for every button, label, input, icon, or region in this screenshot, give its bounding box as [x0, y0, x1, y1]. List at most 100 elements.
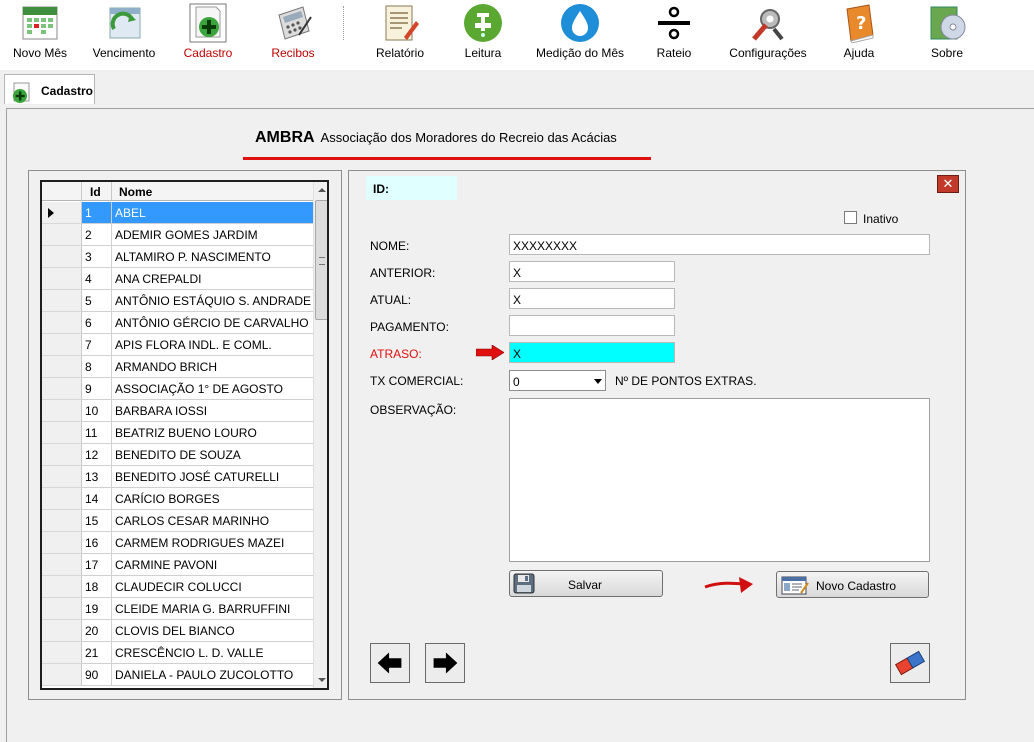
atual-label: ATUAL:: [370, 293, 412, 307]
row-selector[interactable]: [42, 488, 82, 510]
header-underline: [243, 157, 651, 160]
close-button[interactable]: ✕: [937, 175, 959, 193]
cell-name: ABEL: [112, 202, 313, 224]
row-selector[interactable]: [42, 290, 82, 312]
toolbar-rateio-button[interactable]: Rateio: [644, 0, 704, 66]
grid-vertical-scrollbar[interactable]: [313, 182, 327, 688]
table-row[interactable]: 1 ABEL: [42, 202, 313, 224]
atual-field[interactable]: X: [509, 288, 675, 309]
table-row[interactable]: 5 ANTÔNIO ESTÁQUIO S. ANDRADE: [42, 290, 313, 312]
toolbar-cadastro-button[interactable]: Cadastro: [178, 0, 238, 66]
pagamento-field[interactable]: [509, 315, 675, 336]
cell-name: ANA CREPALDI: [112, 268, 313, 290]
salvar-button[interactable]: Salvar: [509, 570, 663, 597]
table-row[interactable]: 7 APIS FLORA INDL. E COML.: [42, 334, 313, 356]
row-selector[interactable]: [42, 400, 82, 422]
row-selector[interactable]: [42, 664, 82, 686]
pagamento-label: PAGAMENTO:: [370, 320, 449, 334]
toolbar-novo-mes-button[interactable]: Novo Mês: [8, 0, 72, 66]
atraso-field[interactable]: X: [509, 342, 675, 363]
column-header-id[interactable]: Id: [82, 182, 112, 201]
close-icon: ✕: [942, 176, 954, 191]
row-selector[interactable]: [42, 576, 82, 598]
nome-field[interactable]: XXXXXXXX: [509, 234, 930, 255]
scroll-up-arrow-icon[interactable]: [314, 182, 327, 198]
row-selector[interactable]: [42, 334, 82, 356]
about-cd-icon: [930, 6, 966, 40]
table-row[interactable]: 6 ANTÔNIO GÉRCIO DE CARVALHO: [42, 312, 313, 334]
row-selector[interactable]: [42, 532, 82, 554]
table-row[interactable]: 17 CARMINE PAVONI: [42, 554, 313, 576]
toolbar-label: Vencimento: [92, 46, 156, 60]
toolbar-recibos-button[interactable]: Recibos: [263, 0, 323, 66]
member-grid[interactable]: Id Nome 1 ABEL 2 ADEMIR GOMES JARDIM 3 ALTAMI…: [40, 180, 329, 690]
row-selector[interactable]: [42, 378, 82, 400]
grid-row-header-column: [42, 182, 82, 201]
cell-id: 18: [82, 576, 112, 598]
row-selector[interactable]: [42, 642, 82, 664]
table-row[interactable]: 15 CARLOS CESAR MARINHO: [42, 510, 313, 532]
table-row[interactable]: 19 CLEIDE MARIA G. BARRUFFINI: [42, 598, 313, 620]
toolbar-label: Sobre: [930, 46, 964, 60]
table-row[interactable]: 13 BENEDITO JOSÉ CATURELLI: [42, 466, 313, 488]
cell-id: 7: [82, 334, 112, 356]
table-row[interactable]: 20 CLOVIS DEL BIANCO: [42, 620, 313, 642]
table-row[interactable]: 9 ASSOCIAÇÃO 1° DE AGOSTO: [42, 378, 313, 400]
toolbar-separator: [343, 6, 344, 40]
scroll-down-arrow-icon[interactable]: [314, 672, 327, 688]
row-selector[interactable]: [42, 598, 82, 620]
row-selector[interactable]: [42, 620, 82, 642]
tx-comercial-select[interactable]: 0: [509, 370, 606, 391]
tx-comercial-label: TX COMERCIAL:: [370, 374, 464, 388]
toolbar-relatorio-button[interactable]: Relatório: [370, 0, 430, 66]
table-row[interactable]: 11 BEATRIZ BUENO LOURO: [42, 422, 313, 444]
cell-id: 21: [82, 642, 112, 664]
tab-cadastro[interactable]: Cadastro: [4, 74, 95, 104]
row-selector[interactable]: [42, 466, 82, 488]
cell-id: 2: [82, 224, 112, 246]
row-selector[interactable]: [42, 510, 82, 532]
toolbar-configuracoes-button[interactable]: Configurações: [728, 0, 808, 66]
toolbar-vencimento-button[interactable]: Vencimento: [90, 0, 158, 66]
observacao-textarea[interactable]: [509, 398, 930, 562]
row-selector[interactable]: [42, 224, 82, 246]
row-selector[interactable]: [42, 356, 82, 378]
cell-name: ADEMIR GOMES JARDIM: [112, 224, 313, 246]
next-record-button[interactable]: [425, 643, 465, 683]
cell-name: APIS FLORA INDL. E COML.: [112, 334, 313, 356]
inativo-checkbox[interactable]: [844, 211, 857, 224]
table-row[interactable]: 2 ADEMIR GOMES JARDIM: [42, 224, 313, 246]
row-selector[interactable]: [42, 246, 82, 268]
table-row[interactable]: 10 BARBARA IOSSI: [42, 400, 313, 422]
table-row[interactable]: 8 ARMANDO BRICH: [42, 356, 313, 378]
cell-id: 6: [82, 312, 112, 334]
table-row[interactable]: 3 ALTAMIRO P. NASCIMENTO: [42, 246, 313, 268]
row-selector[interactable]: [42, 202, 82, 224]
toolbar-medicao-button[interactable]: Medição do Mês: [535, 0, 625, 66]
table-row[interactable]: 21 CRESCÊNCIO L. D. VALLE: [42, 642, 313, 664]
clear-form-button[interactable]: [890, 643, 930, 683]
table-row[interactable]: 18 CLAUDECIR COLUCCI: [42, 576, 313, 598]
table-row[interactable]: 16 CARMEM RODRIGUES MAZEI: [42, 532, 313, 554]
row-selector[interactable]: [42, 554, 82, 576]
anterior-field[interactable]: X: [509, 261, 675, 282]
table-row[interactable]: 12 BENEDITO DE SOUZA: [42, 444, 313, 466]
row-selector[interactable]: [42, 312, 82, 334]
row-selector[interactable]: [42, 422, 82, 444]
table-row[interactable]: 14 CARÍCIO BORGES: [42, 488, 313, 510]
scrollbar-thumb[interactable]: [315, 200, 327, 320]
row-selector[interactable]: [42, 268, 82, 290]
cell-id: 10: [82, 400, 112, 422]
table-row[interactable]: 4 ANA CREPALDI: [42, 268, 313, 290]
toolbar-leitura-button[interactable]: Leitura: [453, 0, 513, 66]
row-selector[interactable]: [42, 444, 82, 466]
help-book-icon: ?: [846, 4, 874, 43]
observacao-label: OBSERVAÇÃO:: [370, 403, 457, 417]
cell-id: 16: [82, 532, 112, 554]
column-header-name[interactable]: Nome: [112, 182, 312, 201]
toolbar-ajuda-button[interactable]: ? Ajuda: [829, 0, 889, 66]
toolbar-sobre-button[interactable]: Sobre: [917, 0, 977, 66]
previous-record-button[interactable]: [370, 643, 410, 683]
novo-cadastro-button[interactable]: Novo Cadastro: [776, 571, 929, 598]
table-row[interactable]: 90 DANIELA - PAULO ZUCOLOTTO: [42, 664, 313, 686]
